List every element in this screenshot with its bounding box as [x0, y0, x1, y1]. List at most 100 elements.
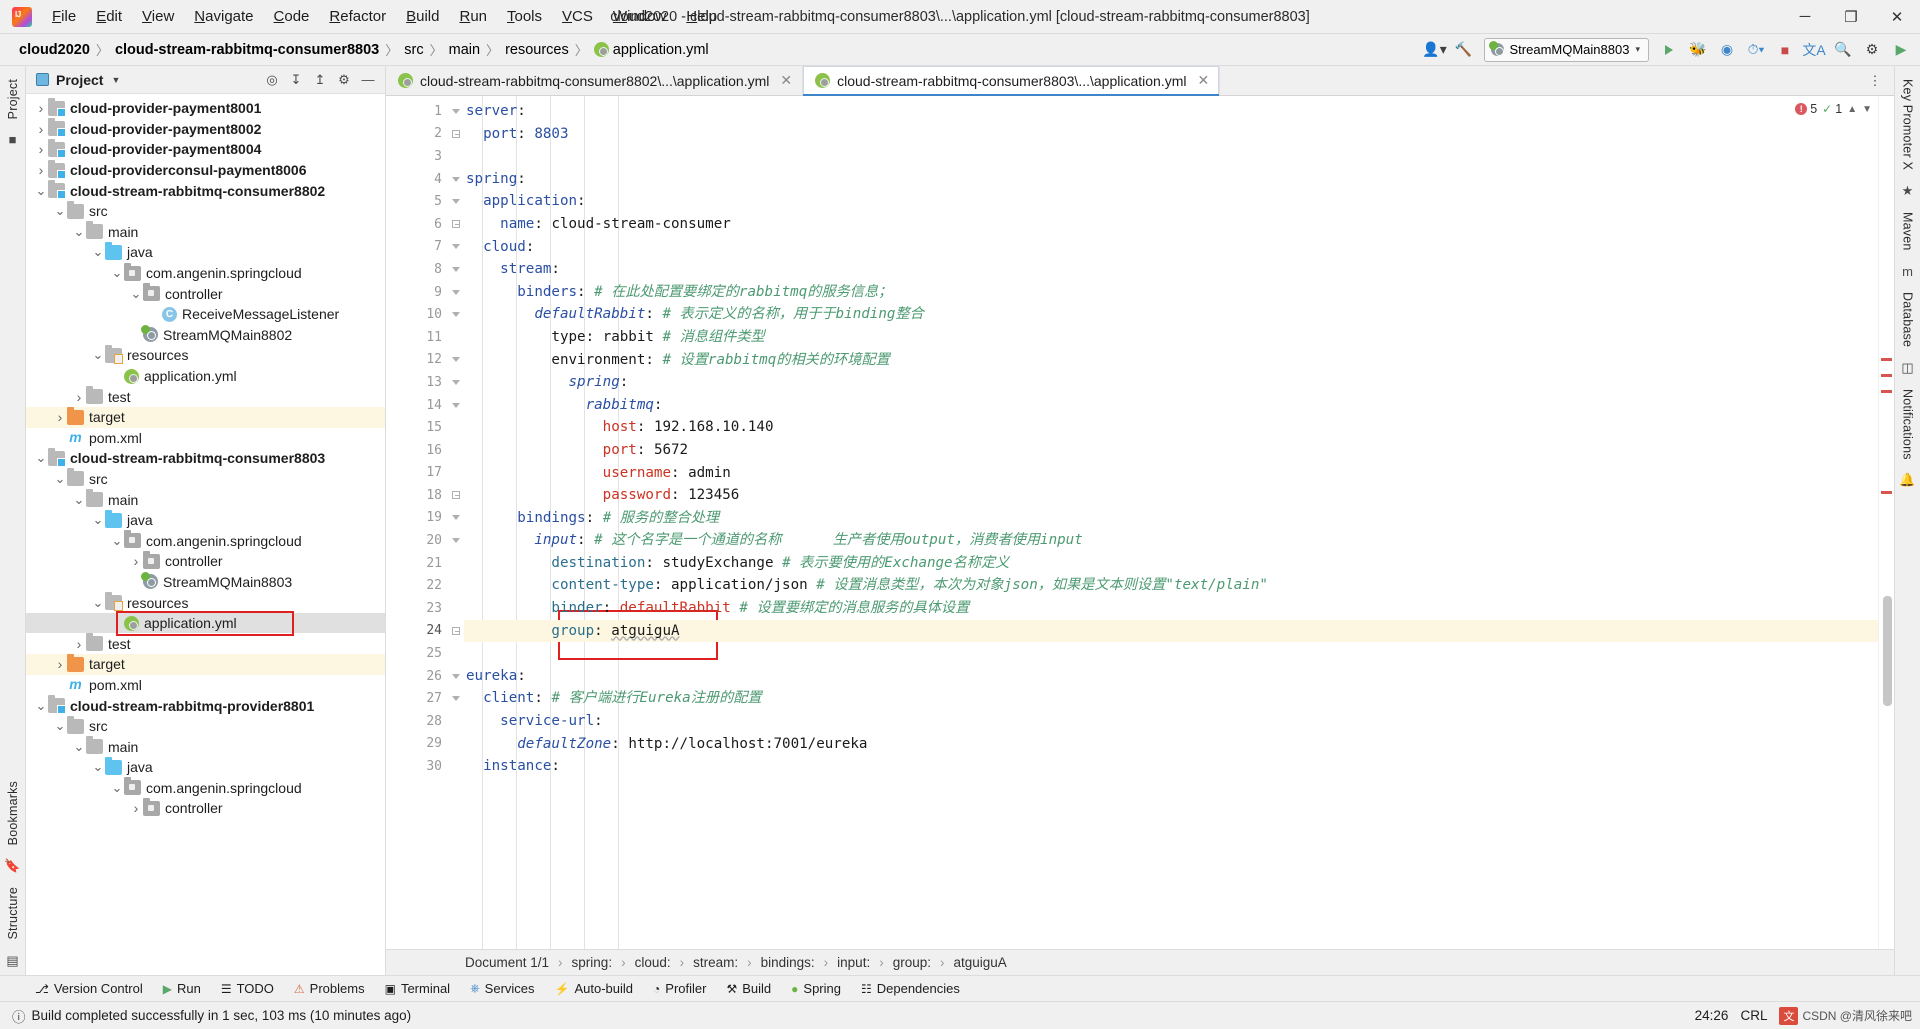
chevron-up-icon[interactable]: ▲: [1847, 104, 1857, 115]
tree-node[interactable]: › target: [26, 406, 385, 428]
tree-node[interactable]: m pom.xml: [26, 675, 385, 696]
chevron-down-icon[interactable]: ⌄: [91, 513, 105, 526]
locate-icon[interactable]: ◎: [261, 69, 283, 91]
code-line[interactable]: group: atguiguA: [464, 619, 1878, 643]
tool-window-project[interactable]: Project: [2, 72, 24, 126]
fold-toggle-icon[interactable]: [448, 100, 464, 123]
code-line[interactable]: server:: [464, 100, 1878, 123]
profile-icon[interactable]: ⏱▾: [1743, 38, 1769, 62]
code-line[interactable]: name: cloud-stream-consumer: [464, 213, 1878, 236]
tool-window-services[interactable]: ⎈ Services: [461, 979, 543, 998]
search-icon[interactable]: 🔍: [1830, 38, 1856, 62]
tree-node[interactable]: › cloud-provider-payment8004: [26, 138, 385, 160]
run-configuration-selector[interactable]: StreamMQMain8803 ▾: [1483, 37, 1649, 62]
menu-vcs[interactable]: VCS: [552, 4, 603, 29]
play-green-icon[interactable]: ▶: [1888, 38, 1914, 62]
chevron-down-icon[interactable]: ⌄: [91, 245, 105, 258]
code-line[interactable]: spring:: [464, 371, 1878, 394]
code-line[interactable]: spring:: [464, 168, 1878, 191]
code-line[interactable]: destination: studyExchange # 表示要使用的Excha…: [464, 552, 1878, 575]
doc-breadcrumb-item[interactable]: spring:: [563, 955, 622, 970]
doc-breadcrumb-item[interactable]: stream:: [684, 955, 747, 970]
tool-window-auto-build[interactable]: ⚡ Auto-build: [546, 979, 643, 998]
menu-view[interactable]: View: [132, 4, 184, 29]
minimize-button[interactable]: ─: [1782, 0, 1828, 34]
error-count-badge[interactable]: ! 5: [1795, 102, 1817, 116]
menu-build[interactable]: Build: [396, 4, 449, 29]
menu-window[interactable]: Window: [603, 4, 676, 29]
code-line[interactable]: rabbitmq:: [464, 394, 1878, 417]
fold-toggle-icon[interactable]: [448, 371, 464, 394]
tree-node[interactable]: ⌄ main: [26, 221, 385, 243]
chevron-right-icon[interactable]: ›: [72, 636, 86, 652]
chevron-down-icon[interactable]: ⌄: [91, 760, 105, 773]
tree-node[interactable]: application.yml: [26, 366, 385, 387]
tree-node[interactable]: › cloud-provider-payment8002: [26, 118, 385, 140]
stop-icon[interactable]: ■: [1772, 38, 1798, 62]
code-line[interactable]: [464, 642, 1878, 665]
tree-node[interactable]: › controller: [26, 550, 385, 572]
code-line[interactable]: application:: [464, 190, 1878, 213]
fold-toggle-icon[interactable]: [448, 213, 464, 236]
chevron-right-icon[interactable]: ›: [34, 121, 48, 137]
tool-window-dependencies[interactable]: ☷ Dependencies: [852, 979, 969, 998]
breadcrumb-item-resources[interactable]: resources: [500, 40, 574, 60]
chevron-down-icon[interactable]: ⌄: [91, 596, 105, 609]
tree-node[interactable]: ⌄ src: [26, 715, 385, 737]
tree-node[interactable]: StreamMQMain8803: [26, 572, 385, 593]
tree-node[interactable]: ⌄ cloud-stream-rabbitmq-provider8801: [26, 695, 385, 716]
chevron-right-icon[interactable]: ›: [129, 800, 143, 816]
code-line[interactable]: instance:: [464, 755, 1878, 778]
menu-help[interactable]: Help: [676, 4, 727, 29]
code-line[interactable]: port: 8803: [464, 123, 1878, 146]
fold-toggle-icon[interactable]: [448, 507, 464, 530]
chevron-right-icon[interactable]: ›: [34, 162, 48, 178]
chevron-down-icon[interactable]: ⌄: [34, 699, 48, 712]
code-line[interactable]: binders: # 在此处配置要绑定的rabbitmq的服务信息；: [464, 281, 1878, 304]
menu-refactor[interactable]: Refactor: [319, 4, 396, 29]
code-line[interactable]: type: rabbit # 消息组件类型: [464, 326, 1878, 349]
tree-node[interactable]: m pom.xml: [26, 428, 385, 449]
chevron-down-icon[interactable]: ⌄: [34, 451, 48, 464]
tree-node[interactable]: C ReceiveMessageListener: [26, 304, 385, 325]
code-line[interactable]: binder: defaultRabbit # 设置要绑定的消息服务的具体设置: [464, 597, 1878, 620]
chevron-right-icon[interactable]: ›: [34, 141, 48, 157]
code-line[interactable]: defaultZone: http://localhost:7001/eurek…: [464, 733, 1878, 756]
tool-window-run[interactable]: ▶ Run: [154, 979, 210, 998]
more-icon[interactable]: ⋮: [1864, 70, 1886, 92]
tool-window-spring[interactable]: ● Spring: [782, 979, 850, 998]
tree-node[interactable]: ⌄ resources: [26, 592, 385, 613]
tree-node[interactable]: ⌄ src: [26, 200, 385, 222]
gear-icon[interactable]: ⚙: [333, 69, 355, 91]
error-stripe[interactable]: [1878, 96, 1894, 949]
tree-node[interactable]: ⌄ controller: [26, 283, 385, 304]
tool-window-database[interactable]: Database: [1897, 285, 1919, 354]
chevron-down-icon[interactable]: ⌄: [34, 184, 48, 197]
chevron-down-icon[interactable]: ⌄: [72, 225, 86, 238]
translate-icon[interactable]: 文A: [1801, 38, 1827, 62]
code-line[interactable]: input: # 这个名字是一个通道的名称 生产者使用output，消费者使用i…: [464, 529, 1878, 552]
tool-window-problems[interactable]: ⚠ Problems: [285, 979, 374, 998]
chevron-down-icon[interactable]: ⌄: [53, 719, 67, 732]
tree-node[interactable]: ⌄ cloud-stream-rabbitmq-consumer8803: [26, 447, 385, 469]
tool-window-profiler[interactable]: ◔ Profiler: [644, 979, 715, 998]
code-line[interactable]: environment: # 设置rabbitmq的相关的环境配置: [464, 349, 1878, 372]
fold-toggle-icon[interactable]: [448, 190, 464, 213]
code-line[interactable]: host: 192.168.10.140: [464, 416, 1878, 439]
code-line[interactable]: bindings: # 服务的整合处理: [464, 507, 1878, 530]
code-line[interactable]: client: # 客户端进行Eureka注册的配置: [464, 687, 1878, 710]
collapse-all-icon[interactable]: ↧: [285, 69, 307, 91]
fold-toggle-icon[interactable]: [448, 258, 464, 281]
doc-breadcrumb-item[interactable]: bindings:: [752, 955, 824, 970]
project-tree[interactable]: › cloud-provider-payment8001 › cloud-provid…: [26, 94, 385, 975]
fold-toggle-icon[interactable]: [448, 687, 464, 710]
menu-file[interactable]: File: [42, 4, 86, 29]
hide-icon[interactable]: —: [357, 69, 379, 91]
code-content[interactable]: server: port: 8803 spring: application: …: [464, 96, 1878, 949]
tree-node[interactable]: › cloud-provider-payment8001: [26, 97, 385, 119]
tree-node[interactable]: › cloud-providerconsul-payment8006: [26, 159, 385, 181]
code-line[interactable]: password: 123456: [464, 484, 1878, 507]
chevron-down-icon[interactable]: ⌄: [72, 740, 86, 753]
doc-breadcrumb-item[interactable]: group:: [884, 955, 940, 970]
chevron-down-icon[interactable]: ⌄: [53, 204, 67, 217]
